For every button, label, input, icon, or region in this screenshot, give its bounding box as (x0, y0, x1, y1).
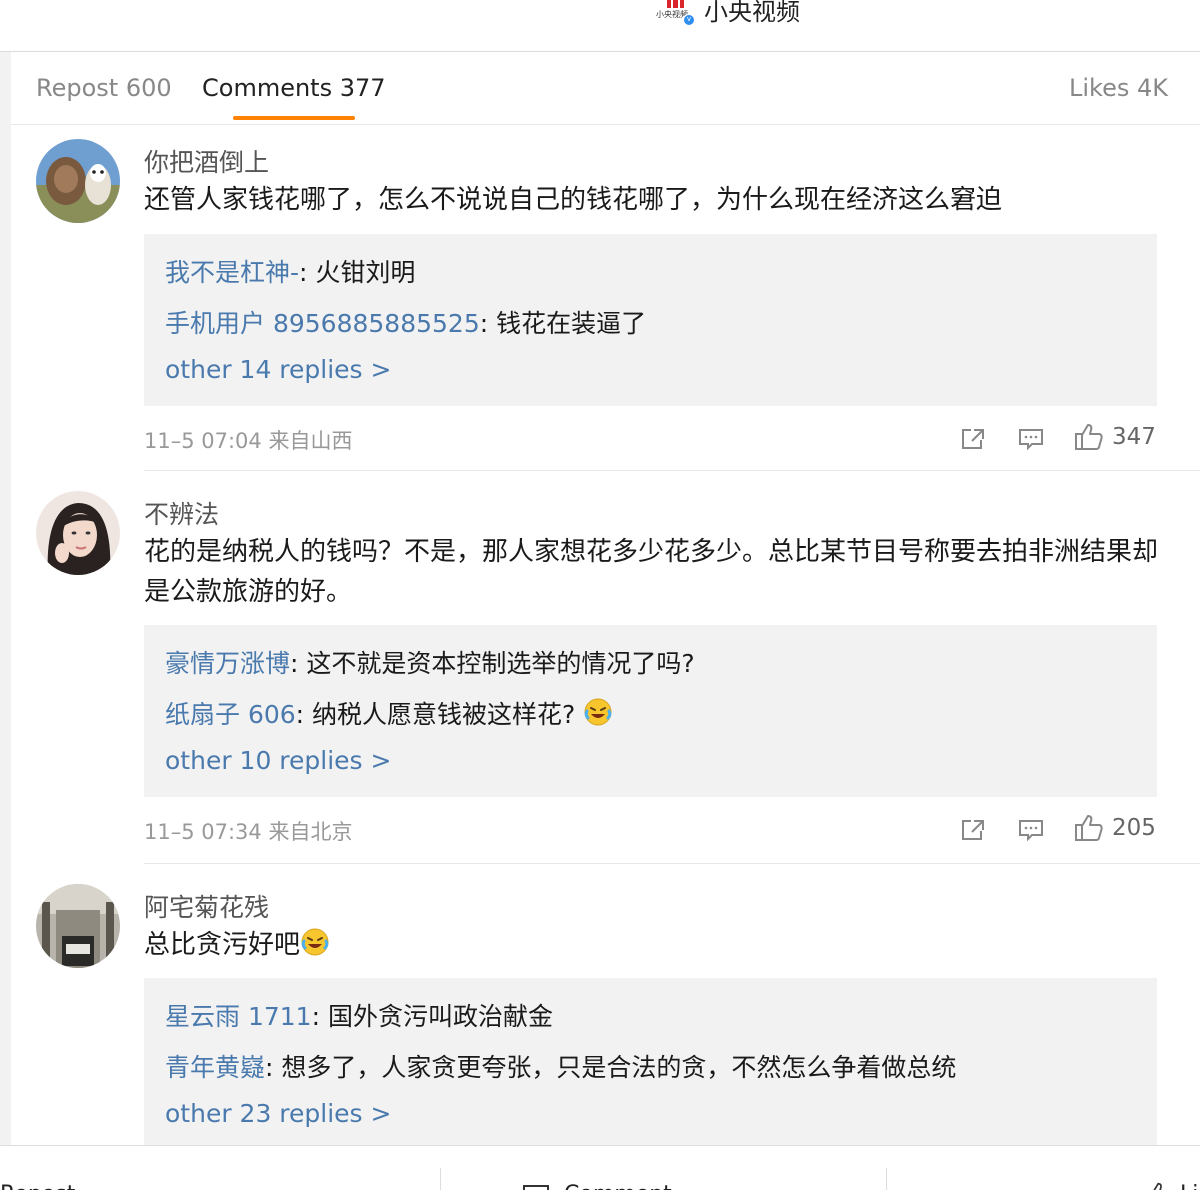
active-tab-indicator (233, 116, 355, 120)
comment-icon (1019, 429, 1043, 451)
comment-item: 不辨法 花的是纳税人的钱吗？不是，那人家想花多少花多少。总比某节目号称要去拍非洲… (11, 471, 1200, 863)
top-bar: 小央视频 v 小央视频 (0, 0, 1200, 52)
comment-text-line: 总比贪污好吧 (144, 925, 1164, 965)
more-replies-link[interactable]: other 23 replies > (165, 1099, 391, 1128)
bottom-like-label: Like (1180, 1182, 1200, 1190)
bottom-like-button[interactable]: Like (1146, 1182, 1200, 1190)
reply-text: : 火钳刘明 (299, 258, 416, 287)
reply-text: : 钱花在装逼了 (479, 309, 647, 338)
comment-item: 阿宅菊花残 总比贪污好吧 星云雨 1711: 国外贪污叫政治献金 青年黄嶷: 想… (11, 864, 1200, 1145)
reply-item: 星云雨 1711: 国外贪污叫政治献金 (165, 997, 553, 1033)
reply-text: : 这不就是资本控制选举的情况了吗? (290, 649, 695, 678)
bottom-action-bar: Repost Comment Like (0, 1145, 1200, 1190)
avatar[interactable] (36, 139, 120, 223)
reply-username[interactable]: 我不是杠神- (165, 258, 299, 287)
tab-comments[interactable]: Comments 377 (202, 74, 386, 102)
reply-username[interactable]: 青年黄嶷 (165, 1053, 265, 1082)
reply-button[interactable] (1018, 427, 1044, 451)
bottom-comment-label: Comment (564, 1182, 672, 1190)
reply-item: 青年黄嶷: 想多了，人家贪更夸张，只是合法的贪，不然怎么争着做总统 (165, 1048, 956, 1084)
like-count: 205 (1112, 815, 1156, 841)
account-avatar-logo[interactable]: 小央视频 v (656, 0, 696, 26)
tab-repost[interactable]: Repost 600 (36, 74, 172, 102)
comment-icon (523, 1185, 549, 1190)
comment-text: 总比贪污好吧 (144, 930, 301, 960)
tab-likes[interactable]: Likes 4K (1069, 74, 1168, 102)
thumbs-up-icon (1153, 1182, 1162, 1190)
comment-meta: 11–5 07:04 来自山西 (144, 429, 353, 453)
share-button[interactable] (960, 818, 986, 842)
laughing-crying-emoji (301, 928, 329, 956)
comment-text: 花的是纳税人的钱吗？不是，那人家想花多少花多少。总比某节目号称要去拍非洲结果却是… (144, 537, 1159, 607)
reply-text: : 国外贪污叫政治献金 (311, 1002, 553, 1031)
comment-username[interactable]: 你把酒倒上 (144, 143, 269, 179)
reply-item: 我不是杠神-: 火钳刘明 (165, 253, 415, 289)
reply-username[interactable]: 豪情万涨博 (165, 649, 290, 678)
comments-card: Repost 600 Comments 377 Likes 4K 你把酒倒上 还… (11, 52, 1200, 1145)
reply-username[interactable]: 星云雨 1711 (165, 1002, 312, 1031)
avatar[interactable] (36, 884, 120, 968)
reply-item: 豪情万涨博: 这不就是资本控制选举的情况了吗? (165, 644, 695, 680)
bottom-divider (886, 1168, 887, 1190)
like-button[interactable] (1074, 423, 1104, 451)
reply-username[interactable]: 纸扇子 606 (165, 700, 296, 729)
laughing-crying-emoji (584, 698, 612, 726)
reply-button[interactable] (1018, 818, 1044, 842)
more-replies-link[interactable]: other 10 replies > (165, 746, 391, 775)
share-icon (962, 429, 984, 449)
account-name[interactable]: 小央视频 (704, 0, 800, 27)
bottom-comment-button[interactable]: Comment (522, 1182, 672, 1190)
reply-item: 纸扇子 606: 纳税人愿意钱被这样花? (165, 695, 613, 731)
comment-text: 还管人家钱花哪了，怎么不说说自己的钱花哪了，为什么现在经济这么窘迫 (144, 185, 1003, 215)
like-button[interactable] (1074, 814, 1104, 842)
verified-badge-icon: v (683, 14, 695, 26)
reply-text: : 想多了，人家贪更夸张，只是合法的贪，不然怎么争着做总统 (265, 1053, 957, 1082)
reply-text: : 纳税人愿意钱被这样花? (295, 700, 584, 729)
reply-box[interactable]: 星云雨 1711: 国外贪污叫政治献金 青年黄嶷: 想多了，人家贪更夸张，只是合… (144, 978, 1157, 1145)
avatar[interactable] (36, 491, 120, 575)
comment-username[interactable]: 阿宅菊花残 (144, 888, 269, 924)
reply-box[interactable]: 豪情万涨博: 这不就是资本控制选举的情况了吗? 纸扇子 606: 纳税人愿意钱被… (144, 625, 1157, 797)
tab-bar: Repost 600 Comments 377 Likes 4K (11, 52, 1200, 125)
like-count: 347 (1112, 424, 1156, 450)
more-replies-link[interactable]: other 14 replies > (165, 355, 391, 384)
reply-username[interactable]: 手机用户 8956885885525 (165, 309, 480, 338)
share-icon (962, 820, 984, 840)
cctv-logo-icon (666, 0, 686, 8)
thumbs-up-icon (1075, 815, 1103, 841)
comment-icon (1019, 820, 1043, 842)
bottom-repost-button[interactable]: Repost (0, 1182, 75, 1190)
share-button[interactable] (960, 427, 986, 451)
bottom-divider (440, 1168, 441, 1190)
reply-item: 手机用户 8956885885525: 钱花在装逼了 (165, 304, 646, 340)
comment-username[interactable]: 不辨法 (144, 495, 219, 531)
thumbs-up-icon (1075, 424, 1103, 450)
comment-item: 你把酒倒上 还管人家钱花哪了，怎么不说说自己的钱花哪了，为什么现在经济这么窘迫 … (11, 125, 1200, 470)
comment-meta: 11–5 07:34 来自北京 (144, 820, 353, 844)
reply-box[interactable]: 我不是杠神-: 火钳刘明 手机用户 8956885885525: 钱花在装逼了 … (144, 234, 1157, 406)
